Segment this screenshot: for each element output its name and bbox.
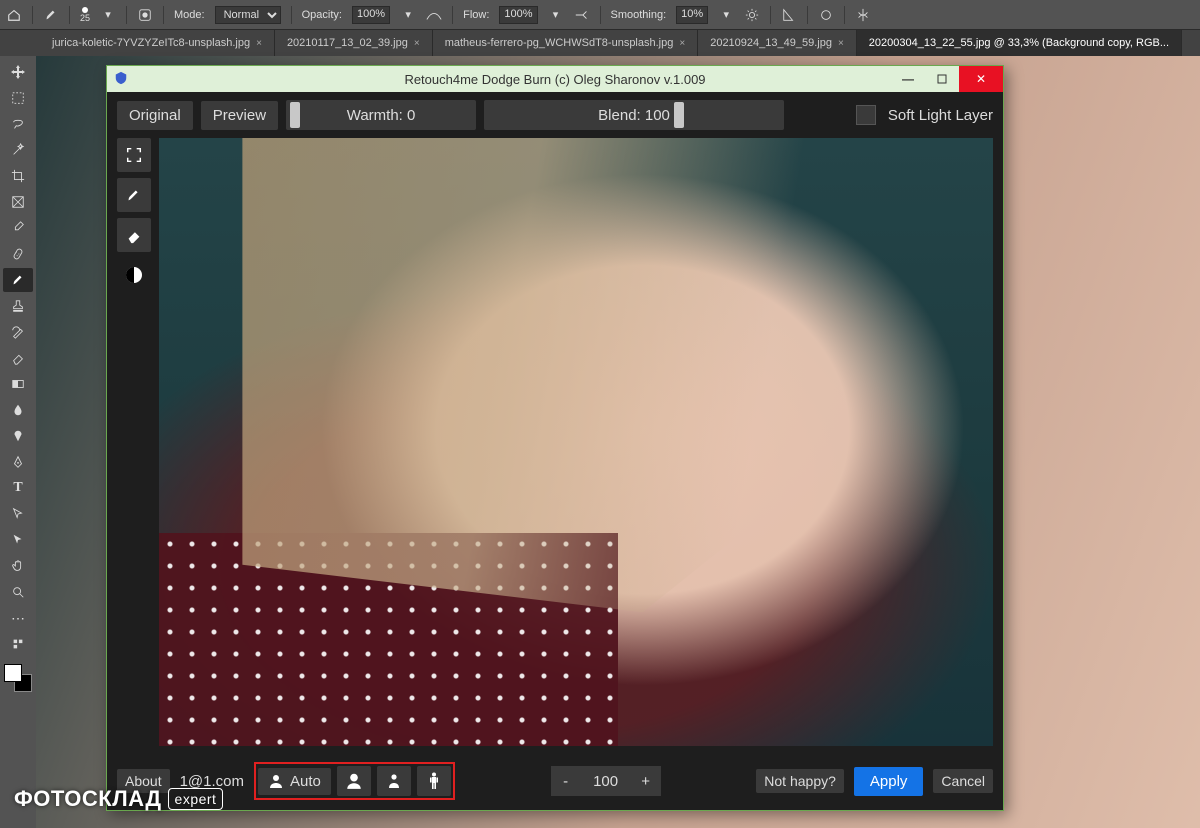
original-button[interactable]: Original (117, 101, 193, 130)
airbrush-icon[interactable] (574, 7, 590, 23)
fit-screen-icon[interactable] (117, 138, 151, 172)
preview-button[interactable]: Preview (201, 101, 278, 130)
brush-preset[interactable]: 25 (80, 7, 90, 23)
wand-tool-icon[interactable] (3, 138, 33, 162)
watermark: ФОТОСКЛАД expert (14, 786, 223, 812)
plugin-top-controls: Original Preview Warmth: 0 Blend: 100 So… (107, 92, 1003, 138)
document-tab[interactable]: 20210924_13_49_59.jpg× (698, 30, 857, 56)
more-tools-icon[interactable]: ⋯ (3, 606, 33, 630)
face-medium-button[interactable] (377, 766, 411, 796)
close-icon[interactable]: × (256, 38, 262, 49)
angle-icon[interactable] (781, 7, 797, 23)
frame-tool-icon[interactable] (3, 190, 33, 214)
blur-tool-icon[interactable] (3, 398, 33, 422)
scale-plus-button[interactable]: + (631, 766, 661, 796)
scale-stepper: - 100 + (551, 766, 661, 796)
preview-canvas[interactable] (159, 138, 993, 746)
scale-value: 100 (581, 766, 631, 796)
blend-mode-select[interactable]: Normal (215, 6, 281, 24)
watermark-brand: ФОТОСКЛАД (14, 786, 162, 812)
brush-size-value: 25 (80, 13, 90, 23)
move-tool-icon[interactable] (3, 60, 33, 84)
flow-value[interactable]: 100% (499, 6, 537, 24)
gradient-tool-icon[interactable] (3, 372, 33, 396)
scale-minus-button[interactable]: - (551, 766, 581, 796)
mask-toggle-icon[interactable] (117, 258, 151, 292)
edit-toolbar-icon[interactable] (3, 632, 33, 656)
maximize-button[interactable] (925, 66, 959, 92)
plugin-title: Retouch4me Dodge Burn (c) Oleg Sharonov … (404, 72, 705, 87)
brush-tool-icon[interactable] (43, 7, 59, 23)
direct-select-tool-icon[interactable] (3, 528, 33, 552)
blend-label: Blend: 100 (598, 107, 670, 124)
chevron-down-icon[interactable]: ▾ (718, 7, 734, 23)
document-tab[interactable]: 20210117_13_02_39.jpg× (275, 30, 433, 56)
brush-panel-icon[interactable] (137, 7, 153, 23)
document-tabs: jurica-koletic-7YVZYZeITc8-unsplash.jpg×… (0, 30, 1200, 56)
stamp-tool-icon[interactable] (3, 294, 33, 318)
close-icon[interactable]: × (414, 38, 420, 49)
color-swatches[interactable] (4, 664, 32, 692)
face-large-button[interactable] (337, 766, 371, 796)
opacity-label: Opacity: (302, 9, 342, 21)
ps-toolbar: T ⋯ (0, 56, 36, 828)
not-happy-button[interactable]: Not happy? (756, 769, 844, 793)
auto-detect-button[interactable]: Auto (258, 768, 331, 795)
marquee-tool-icon[interactable] (3, 86, 33, 110)
chevron-down-icon[interactable]: ▾ (548, 7, 564, 23)
flow-label: Flow: (463, 9, 489, 21)
document-tab[interactable]: matheus-ferrero-pg_WCHWSdT8-unsplash.jpg… (433, 30, 699, 56)
person-icon (268, 773, 284, 789)
watermark-tag: expert (168, 788, 224, 810)
warmth-slider[interactable]: Warmth: 0 (286, 100, 476, 130)
eyedropper-tool-icon[interactable] (3, 216, 33, 240)
zoom-tool-icon[interactable] (3, 580, 33, 604)
close-button[interactable]: ✕ (959, 66, 1003, 92)
detection-mode-group: Auto (254, 762, 455, 800)
portrait-image (159, 138, 993, 746)
history-brush-tool-icon[interactable] (3, 320, 33, 344)
chevron-down-icon[interactable]: ▾ (400, 7, 416, 23)
full-body-button[interactable] (417, 766, 451, 796)
pressure-opacity-icon[interactable] (426, 7, 442, 23)
plugin-window: Retouch4me Dodge Burn (c) Oleg Sharonov … (106, 65, 1004, 811)
type-tool-icon[interactable]: T (3, 476, 33, 500)
heal-tool-icon[interactable] (3, 242, 33, 266)
lasso-tool-icon[interactable] (3, 112, 33, 136)
close-icon[interactable]: × (838, 38, 844, 49)
blend-slider[interactable]: Blend: 100 (484, 100, 784, 130)
cancel-button[interactable]: Cancel (933, 769, 993, 793)
gear-icon[interactable] (744, 7, 760, 23)
brush-tool-icon[interactable] (117, 178, 151, 212)
plugin-side-tools (117, 138, 151, 746)
ps-options-bar: 25 ▾ Mode: Normal Opacity: 100% ▾ Flow: … (0, 0, 1200, 30)
document-tab[interactable]: 20200304_13_22_55.jpg @ 33,3% (Backgroun… (857, 30, 1182, 56)
mode-label: Mode: (174, 9, 205, 21)
soft-light-checkbox[interactable] (856, 105, 876, 125)
chevron-down-icon[interactable]: ▾ (100, 7, 116, 23)
dodge-tool-icon[interactable] (3, 424, 33, 448)
brush-tool-icon[interactable] (3, 268, 33, 292)
opacity-value[interactable]: 100% (352, 6, 390, 24)
home-icon[interactable] (6, 7, 22, 23)
pen-tool-icon[interactable] (3, 450, 33, 474)
eraser-tool-icon[interactable] (3, 346, 33, 370)
pressure-size-icon[interactable] (818, 7, 834, 23)
path-select-tool-icon[interactable] (3, 502, 33, 526)
symmetry-icon[interactable] (855, 7, 871, 23)
eraser-tool-icon[interactable] (117, 218, 151, 252)
soft-light-label: Soft Light Layer (888, 107, 993, 124)
document-tab[interactable]: jurica-koletic-7YVZYZeITc8-unsplash.jpg× (40, 30, 275, 56)
smoothing-label: Smoothing: (611, 9, 667, 21)
warmth-label: Warmth: 0 (347, 107, 416, 124)
app-icon (113, 70, 129, 86)
plugin-bottom-controls: About 1@1.com Auto - (107, 752, 1003, 810)
plugin-titlebar[interactable]: Retouch4me Dodge Burn (c) Oleg Sharonov … (107, 66, 1003, 92)
close-icon[interactable]: × (679, 38, 685, 49)
minimize-button[interactable]: — (891, 66, 925, 92)
hand-tool-icon[interactable] (3, 554, 33, 578)
smoothing-value[interactable]: 10% (676, 6, 708, 24)
apply-button[interactable]: Apply (854, 767, 924, 796)
crop-tool-icon[interactable] (3, 164, 33, 188)
